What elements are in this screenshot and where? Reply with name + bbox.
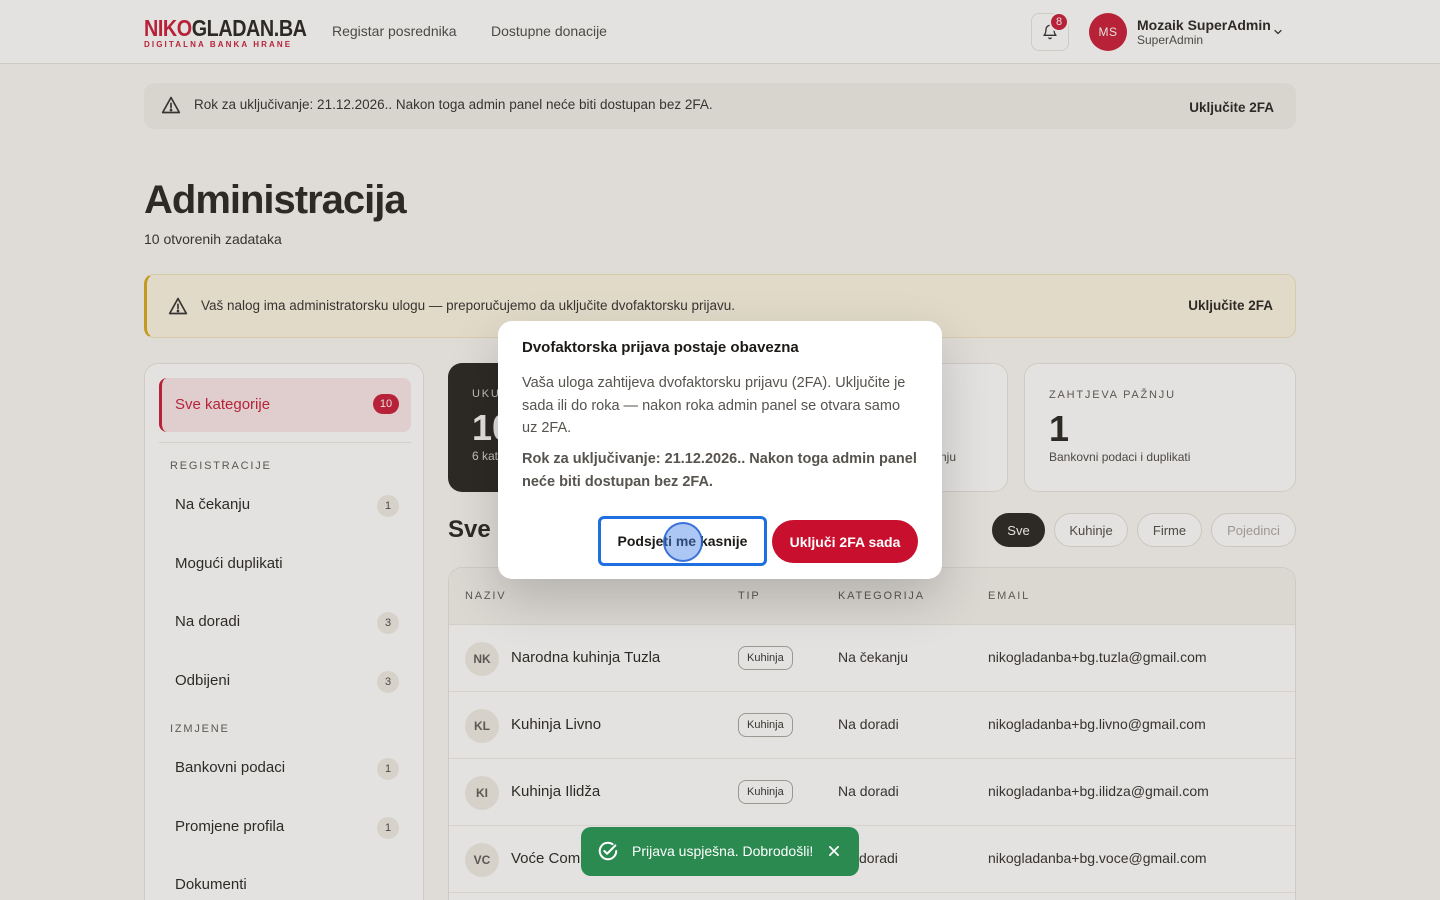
2fa-required-dialog: Dvofaktorska prijava postaje obavezna Va… <box>498 321 942 579</box>
dialog-title: Dvofaktorska prijava postaje obavezna <box>522 339 799 356</box>
success-toast: Prijava uspješna. Dobrodošli! <box>581 827 859 876</box>
cursor-indicator <box>663 522 703 562</box>
toast-message: Prijava uspješna. Dobrodošli! <box>632 843 814 859</box>
close-icon[interactable] <box>827 844 841 858</box>
dialog-deadline: Rok za uključivanje: 21.12.2026.. Nakon … <box>522 451 917 490</box>
dialog-body: Vaša uloga zahtijeva dvofaktorsku prijav… <box>522 375 906 436</box>
enable-2fa-button[interactable]: Uključi 2FA sada <box>772 520 918 563</box>
check-circle-icon <box>598 841 618 861</box>
